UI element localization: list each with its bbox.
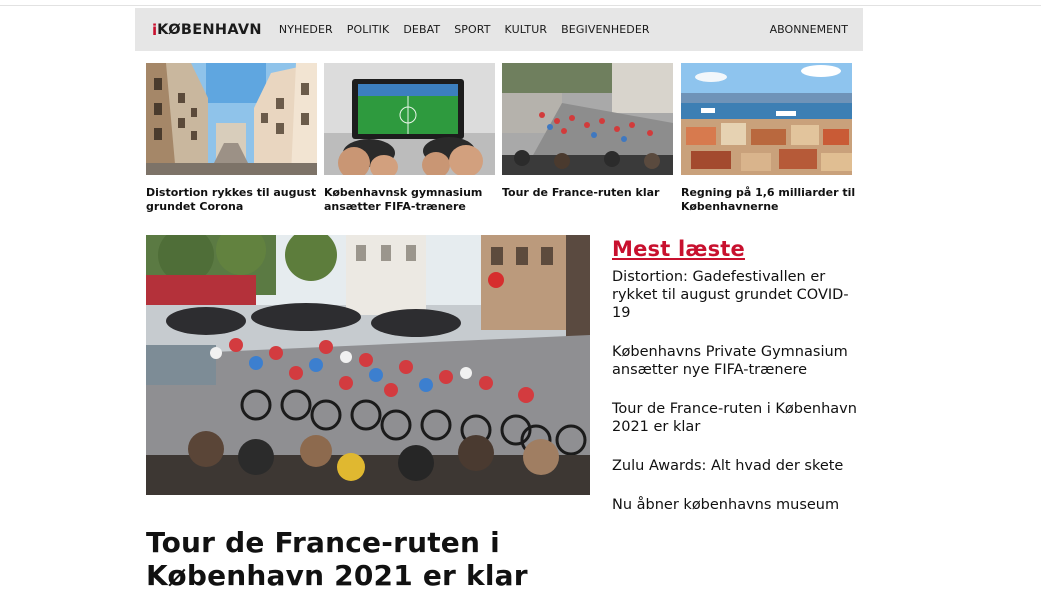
most-read-panel: Mest læste Distortion: Gadefestivallen e… xyxy=(612,236,862,535)
teaser-title: Københavnsk gymnasium ansætter FIFA-træn… xyxy=(324,186,483,213)
subscribe-link[interactable]: ABONNEMENT xyxy=(770,23,848,36)
site-header: i KØBENHAVN NYHEDER POLITIK DEBAT SPORT … xyxy=(135,8,863,51)
teaser-card[interactable]: Tour de France-ruten klar xyxy=(502,63,673,200)
top-divider xyxy=(0,5,1041,6)
gaming-controllers-photo xyxy=(324,63,495,175)
most-read-item[interactable]: Distortion: Gadefestivallen er rykket ti… xyxy=(612,268,862,322)
teaser-card[interactable]: Distortion rykkes til august grundet Cor… xyxy=(146,63,317,214)
teaser-card[interactable]: Regning på 1,6 milliarder til Københavne… xyxy=(681,63,855,214)
logo-text: KØBENHAVN xyxy=(157,21,262,38)
nav-item-begivenheder[interactable]: BEGIVENHEDER xyxy=(561,23,649,36)
site-logo[interactable]: i KØBENHAVN xyxy=(152,8,262,51)
most-read-title[interactable]: Mest læste xyxy=(612,236,862,262)
nav-item-debat[interactable]: DEBAT xyxy=(403,23,440,36)
most-read-item[interactable]: Nu åbner københavns museum xyxy=(612,496,862,514)
street-buildings-photo xyxy=(146,63,317,175)
nav-item-sport[interactable]: SPORT xyxy=(454,23,490,36)
teaser-title: Regning på 1,6 milliarder til Københavne… xyxy=(681,186,856,213)
most-read-item[interactable]: Københavns Private Gymnasium ansætter ny… xyxy=(612,343,862,379)
most-read-item[interactable]: Tour de France-ruten i København 2021 er… xyxy=(612,400,862,436)
main-article-headline[interactable]: Tour de France-ruten i København 2021 er… xyxy=(146,526,586,592)
most-read-item[interactable]: Zulu Awards: Alt hvad der skete xyxy=(612,457,862,475)
teaser-title: Tour de France-ruten klar xyxy=(502,186,660,199)
harbor-city-photo xyxy=(681,63,852,175)
teaser-card[interactable]: Københavnsk gymnasium ansætter FIFA-træn… xyxy=(324,63,495,214)
teaser-title: Distortion rykkes til august grundet Cor… xyxy=(146,186,317,213)
nav-item-nyheder[interactable]: NYHEDER xyxy=(279,23,333,36)
most-read-list: Distortion: Gadefestivallen er rykket ti… xyxy=(612,268,862,514)
main-nav: NYHEDER POLITIK DEBAT SPORT KULTUR BEGIV… xyxy=(279,23,664,36)
nav-item-politik[interactable]: POLITIK xyxy=(347,23,390,36)
peloton-race-photo xyxy=(146,235,590,495)
nav-item-kultur[interactable]: KULTUR xyxy=(505,23,548,36)
cyclists-photo xyxy=(502,63,673,175)
main-article-image[interactable] xyxy=(146,235,590,495)
